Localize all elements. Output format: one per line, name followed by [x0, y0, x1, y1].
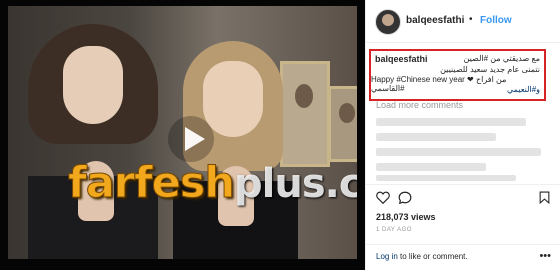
- heart-icon[interactable]: [376, 191, 390, 204]
- blurred-comment: [376, 118, 526, 126]
- post-time[interactable]: 1 DAY AGO: [376, 227, 412, 233]
- person-left-face: [63, 46, 123, 124]
- video-frame[interactable]: farfeshplus.com: [8, 6, 357, 259]
- comment-icon[interactable]: [398, 191, 412, 204]
- action-bar: [366, 184, 560, 209]
- caption-username[interactable]: balqeesfathi: [375, 54, 428, 64]
- caption-line: مع صديقتي من #الصين: [463, 54, 540, 63]
- watermark: farfeshplus.com: [67, 158, 357, 209]
- watermark-brand: farfesh: [67, 158, 235, 209]
- caption-highlight: balqeesfathi مع صديقتي من #الصين نتمنى ع…: [369, 49, 546, 101]
- more-options-icon[interactable]: •••: [539, 250, 551, 262]
- avatar[interactable]: [375, 9, 401, 35]
- caption-hashtags[interactable]: و#النعيمي: [507, 85, 540, 94]
- load-more-comments[interactable]: Load more comments: [376, 100, 463, 110]
- video-player[interactable]: farfeshplus.com: [0, 0, 365, 270]
- blurred-comment: [376, 163, 486, 171]
- login-prompt: Log in to like or comment.: [376, 252, 468, 261]
- blurred-comment: [376, 133, 496, 141]
- blurred-comment: [376, 148, 541, 156]
- caption-line: نتمنى عام جديد سعيد للصينيين: [440, 65, 540, 74]
- bookmark-icon[interactable]: [539, 191, 550, 204]
- post-header: balqeesfathi • Follow: [366, 0, 560, 43]
- post-panel: balqeesfathi • Follow Load more comments…: [365, 0, 560, 270]
- wall-portrait: [280, 61, 330, 167]
- login-prompt-text: to like or comment.: [397, 252, 468, 261]
- play-icon[interactable]: [166, 114, 216, 164]
- separator-dot: •: [469, 14, 473, 25]
- wall-portrait-small: [328, 86, 357, 162]
- views-count: 218,073 views: [376, 212, 436, 222]
- comment-footer: Log in to like or comment. •••: [366, 244, 560, 271]
- watermark-domain: plus.com: [234, 161, 357, 207]
- username-link[interactable]: balqeesfathi: [406, 15, 464, 26]
- blurred-comment: [376, 175, 516, 181]
- login-link[interactable]: Log in: [376, 252, 398, 261]
- follow-button[interactable]: Follow: [480, 15, 512, 26]
